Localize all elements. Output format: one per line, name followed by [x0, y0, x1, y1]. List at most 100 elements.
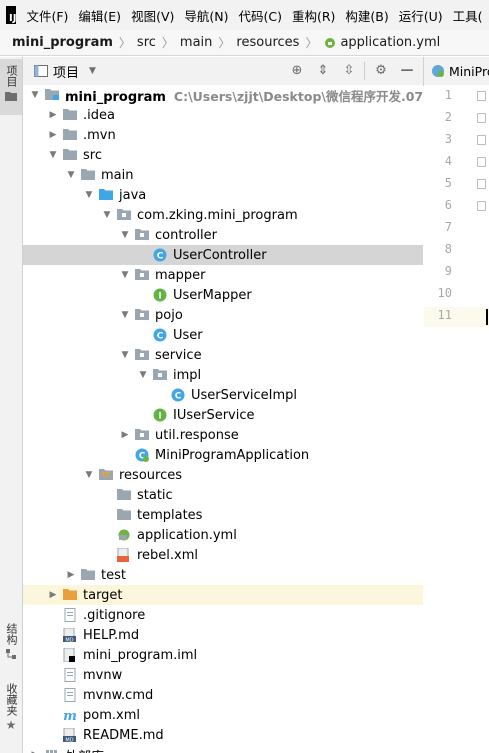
fold-marker-icon[interactable]	[477, 135, 486, 145]
locate-file-icon[interactable]: ⊕	[289, 63, 305, 79]
tree-node-label: resources	[119, 468, 182, 483]
tree-node[interactable]: MD HELP.md	[23, 625, 423, 645]
tree-node[interactable]: C User	[23, 325, 423, 345]
tree-node[interactable]: templates	[23, 505, 423, 525]
structure-tool-tab[interactable]: 结构	[0, 623, 22, 671]
chevron-down-icon[interactable]: ▼	[119, 349, 131, 361]
tree-node[interactable]: I IUserService	[23, 405, 423, 425]
tree-node[interactable]: ▶ target	[23, 585, 423, 605]
menu-item[interactable]: 编辑(E)	[78, 6, 121, 25]
tree-node[interactable]: ▼ controller	[23, 225, 423, 245]
chevron-right-icon[interactable]: ▶	[65, 569, 77, 581]
chevron-down-icon[interactable]: ▼	[119, 309, 131, 321]
tree-node[interactable]: MD README.md	[23, 725, 423, 745]
chevron-down-icon[interactable]: ▼	[47, 149, 59, 161]
tree-node[interactable]: rebel.xml	[23, 545, 423, 565]
yml-file-icon	[325, 37, 336, 48]
expand-all-icon[interactable]: ⇕	[315, 63, 331, 79]
tree-node[interactable]: ▼ mini_program C:\Users\zjjt\Desktop\微信程序开…	[23, 85, 423, 105]
tree-node[interactable]: ▶ 外部库	[23, 745, 423, 753]
menu-item[interactable]: 构建(B)	[345, 6, 388, 25]
fold-marker-icon[interactable]	[477, 157, 486, 167]
chevron-down-icon[interactable]: ▼	[65, 169, 77, 181]
fold-marker-icon[interactable]	[477, 91, 486, 101]
chevron-right-icon[interactable]: ▶	[47, 129, 59, 141]
menu-item[interactable]: 视图(V)	[131, 6, 174, 25]
tree-node[interactable]: mvnw	[23, 665, 423, 685]
svg-text:I: I	[158, 292, 161, 302]
tree-node[interactable]: ▶ test	[23, 565, 423, 585]
menu-item[interactable]: 工具(	[453, 6, 483, 25]
project-tool-tab[interactable]: 项目	[0, 59, 22, 115]
fold-marker-icon[interactable]	[477, 179, 486, 189]
fold-marker-icon[interactable]	[477, 113, 486, 123]
tree-node[interactable]: ▶ .mvn	[23, 125, 423, 145]
tree-node[interactable]: ▼ mapper	[23, 265, 423, 285]
breadcrumb-item-resources[interactable]: resources	[236, 35, 299, 50]
chevron-down-icon[interactable]: ▼	[83, 469, 95, 481]
tree-node[interactable]: ▶ util.response	[23, 425, 423, 445]
tree-node[interactable]: application.yml	[23, 525, 423, 545]
collapse-all-icon[interactable]: ⇳	[341, 63, 357, 79]
chevron-down-icon[interactable]: ▼	[119, 229, 131, 241]
tree-node[interactable]: I UserMapper	[23, 285, 423, 305]
tree-node[interactable]: ▼ main	[23, 165, 423, 185]
tree-node[interactable]: C UserServiceImpl	[23, 385, 423, 405]
chevron-down-icon[interactable]: ▼	[83, 189, 95, 201]
project-view-icon	[34, 65, 48, 77]
menu-item[interactable]: 导航(N)	[184, 6, 228, 25]
gear-icon[interactable]: ⚙	[373, 63, 389, 79]
breadcrumb-item-src[interactable]: src	[137, 35, 156, 50]
menu-bar: IJ 文件(F) 编辑(E) 视图(V) 导航(N) 代码(C) 重构(R) 构建(B) 运行…	[0, 0, 489, 30]
tree-node[interactable]: ▼ src	[23, 145, 423, 165]
tree-node-label: util.response	[155, 428, 239, 443]
tree-node[interactable]: .gitignore	[23, 605, 423, 625]
editor-tab-label[interactable]: MiniProg	[449, 64, 489, 79]
menu-item[interactable]: 运行(U)	[399, 6, 443, 25]
tree-node[interactable]: ▶ .idea	[23, 105, 423, 125]
breadcrumb-item-file[interactable]: application.yml	[340, 35, 440, 50]
tree-node[interactable]: mini_program.iml	[23, 645, 423, 665]
tree-node-label: mini_program C:\Users\zjjt\Desktop\微信程序开发…	[65, 86, 423, 105]
tree-node-text: mvnw.cmd	[83, 687, 154, 703]
tree-node-label: mini_program.iml	[83, 648, 197, 663]
chevron-down-icon[interactable]: ▼	[101, 209, 113, 221]
tree-node[interactable]: ▼ impl	[23, 365, 423, 385]
menu-item[interactable]: 文件(F)	[26, 6, 68, 25]
folder-icon	[63, 128, 77, 142]
chevron-right-icon[interactable]: ▶	[47, 109, 59, 121]
breadcrumb-item-project[interactable]: mini_program	[12, 35, 113, 50]
menu-item[interactable]: 代码(C)	[238, 6, 281, 25]
tree-node[interactable]: ▼ resources	[23, 465, 423, 485]
chevron-down-icon[interactable]: ▼	[29, 89, 41, 101]
fold-marker-icon[interactable]	[477, 201, 486, 211]
minimize-icon[interactable]: —	[399, 63, 415, 79]
folder-icon	[117, 508, 131, 522]
chevron-right-icon[interactable]: ▶	[47, 589, 59, 601]
chevron-right-icon[interactable]: ▶	[119, 429, 131, 441]
structure-tool-label: 结构	[5, 623, 18, 645]
library-icon	[45, 748, 59, 753]
folder-icon	[63, 108, 77, 122]
breadcrumb-item-main[interactable]: main	[180, 35, 212, 50]
tree-node[interactable]: C MiniProgramApplication	[23, 445, 423, 465]
tree-node[interactable]: C UserController	[23, 245, 423, 265]
chevron-right-icon[interactable]: ▶	[29, 749, 41, 753]
class-icon: C	[153, 328, 167, 342]
chevron-down-icon[interactable]: ▼	[137, 369, 149, 381]
tree-node[interactable]: ▼ com.zking.mini_program	[23, 205, 423, 225]
tree-node[interactable]: ▼ pojo	[23, 305, 423, 325]
tree-node[interactable]: ▼ service	[23, 345, 423, 365]
chevron-down-icon[interactable]: ▼	[119, 269, 131, 281]
line-number: 11	[437, 308, 452, 322]
view-dropdown-chevron-down-icon[interactable]: ▼	[89, 66, 96, 76]
file-icon	[63, 668, 77, 682]
menu-item[interactable]: 重构(R)	[292, 6, 335, 25]
tree-node[interactable]: ▼ java	[23, 185, 423, 205]
tree-node-label: main	[101, 168, 133, 183]
tree-node-label: pom.xml	[83, 708, 140, 723]
tree-node[interactable]: mvnw.cmd	[23, 685, 423, 705]
tree-node[interactable]: static	[23, 485, 423, 505]
tree-node[interactable]: m pom.xml	[23, 705, 423, 725]
favorites-tool-tab[interactable]: 收藏夹 ★	[0, 683, 22, 743]
